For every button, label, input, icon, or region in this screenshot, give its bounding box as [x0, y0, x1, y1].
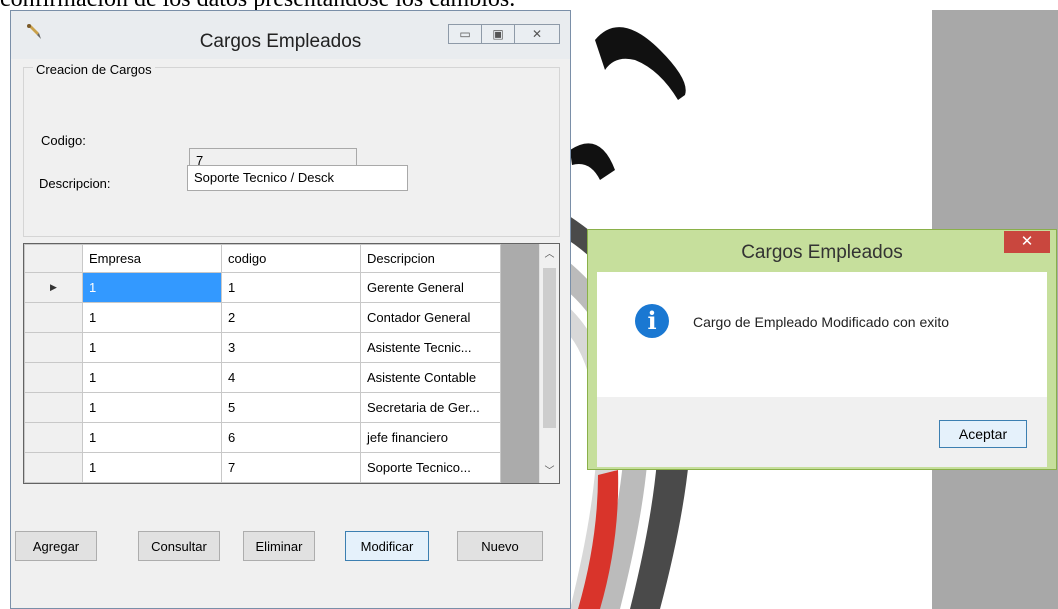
nuevo-button[interactable]: Nuevo: [457, 531, 543, 561]
table-row[interactable]: 1 5 Secretaria de Ger...: [24, 392, 501, 423]
minimize-button[interactable]: ▭: [448, 24, 482, 44]
cell-descripcion[interactable]: Secretaria de Ger...: [360, 392, 501, 423]
message-text: Cargo de Empleado Modificado con exito: [693, 314, 950, 330]
message-box-body: i Cargo de Empleado Modificado con exito…: [597, 272, 1047, 467]
close-button[interactable]: ✕: [514, 24, 560, 44]
cell-codigo[interactable]: 2: [221, 302, 361, 333]
table-row[interactable]: 1 2 Contador General: [24, 302, 501, 333]
close-icon[interactable]: ✕: [1004, 231, 1050, 253]
row-header[interactable]: [24, 422, 83, 453]
cell-descripcion[interactable]: Gerente General: [360, 272, 501, 303]
cell-codigo[interactable]: 5: [221, 392, 361, 423]
maximize-button[interactable]: ▣: [481, 24, 515, 44]
table-row[interactable]: 1 4 Asistente Contable: [24, 362, 501, 393]
info-icon: i: [635, 304, 669, 338]
current-row-marker-icon[interactable]: ▶: [24, 272, 83, 303]
row-header[interactable]: [24, 392, 83, 423]
column-header-descripcion[interactable]: Descripcion: [360, 244, 501, 273]
cargos-grid[interactable]: Empresa codigo Descripcion ▶ 1 1 Gerente…: [23, 243, 560, 484]
cell-codigo[interactable]: 7: [221, 452, 361, 483]
cell-empresa[interactable]: 1: [82, 332, 222, 363]
descripcion-label: Descripcion:: [39, 176, 111, 191]
cell-empresa[interactable]: 1: [82, 272, 222, 303]
cell-empresa[interactable]: 1: [82, 392, 222, 423]
row-header[interactable]: [24, 302, 83, 333]
cell-descripcion[interactable]: Contador General: [360, 302, 501, 333]
row-header[interactable]: [24, 452, 83, 483]
aceptar-button[interactable]: Aceptar: [939, 420, 1027, 448]
eliminar-button[interactable]: Eliminar: [243, 531, 315, 561]
title-bar[interactable]: Cargos Empleados ▭ ▣ ✕: [11, 11, 570, 59]
column-header-codigo[interactable]: codigo: [221, 244, 361, 273]
row-header[interactable]: [24, 332, 83, 363]
group-title: Creacion de Cargos: [33, 62, 155, 77]
cell-codigo[interactable]: 3: [221, 332, 361, 363]
message-box-title: Cargos Empleados: [741, 242, 903, 263]
consultar-button[interactable]: Consultar: [138, 531, 220, 561]
scroll-down-arrow-icon[interactable]: ﹀: [540, 463, 559, 481]
scrollbar-thumb[interactable]: [543, 268, 556, 428]
cell-codigo[interactable]: 6: [221, 422, 361, 453]
modificar-button[interactable]: Modificar: [345, 531, 429, 561]
cell-empresa[interactable]: 1: [82, 422, 222, 453]
column-header-empresa[interactable]: Empresa: [82, 244, 222, 273]
cell-descripcion[interactable]: Asistente Tecnic...: [360, 332, 501, 363]
cell-codigo[interactable]: 4: [221, 362, 361, 393]
table-row[interactable]: 1 7 Soporte Tecnico...: [24, 452, 501, 483]
table-row[interactable]: 1 3 Asistente Tecnic...: [24, 332, 501, 363]
descripcion-field[interactable]: Soporte Tecnico / Desck: [187, 165, 408, 191]
scroll-up-arrow-icon[interactable]: ︿: [540, 246, 559, 264]
table-row[interactable]: 1 6 jefe financiero: [24, 422, 501, 453]
grid-corner-header: [24, 244, 83, 273]
message-box: Cargos Empleados ✕ i Cargo de Empleado M…: [587, 229, 1057, 470]
cargos-empleados-window: Cargos Empleados ▭ ▣ ✕ Creacion de Cargo…: [10, 10, 571, 609]
row-header[interactable]: [24, 362, 83, 393]
cell-descripcion[interactable]: jefe financiero: [360, 422, 501, 453]
cell-codigo[interactable]: 1: [221, 272, 361, 303]
table-row[interactable]: ▶ 1 1 Gerente General: [24, 272, 501, 303]
grid-vertical-scrollbar[interactable]: ︿ ﹀: [539, 244, 559, 483]
cell-empresa[interactable]: 1: [82, 302, 222, 333]
codigo-label: Codigo:: [41, 133, 86, 148]
message-box-footer: Aceptar: [597, 397, 1047, 467]
cell-descripcion[interactable]: Soporte Tecnico...: [360, 452, 501, 483]
cell-descripcion[interactable]: Asistente Contable: [360, 362, 501, 393]
agregar-button[interactable]: Agregar: [15, 531, 97, 561]
cell-empresa[interactable]: 1: [82, 362, 222, 393]
cell-empresa[interactable]: 1: [82, 452, 222, 483]
